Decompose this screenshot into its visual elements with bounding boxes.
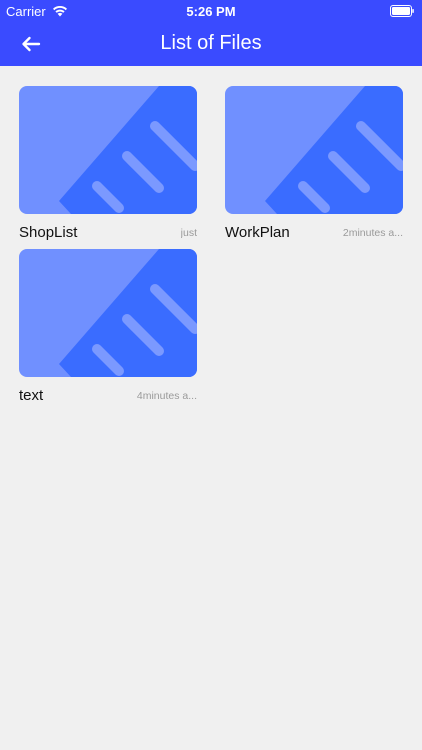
- file-thumbnail-icon: [19, 249, 197, 377]
- file-time: just: [180, 227, 197, 239]
- file-name: WorkPlan: [225, 224, 290, 241]
- status-time: 5:26 PM: [186, 4, 236, 19]
- back-button[interactable]: [14, 30, 48, 58]
- file-time: 2minutes a...: [342, 227, 403, 239]
- file-card[interactable]: text 4minutes a...: [19, 249, 197, 404]
- battery-icon: [390, 5, 414, 17]
- file-thumbnail-icon: [19, 86, 197, 214]
- file-name: text: [19, 387, 44, 404]
- back-arrow-icon: [22, 36, 41, 52]
- header: Carrier 5:26 PM List of Files: [0, 0, 422, 66]
- status-bar: Carrier 5:26 PM: [0, 0, 422, 22]
- file-card[interactable]: ShopList just: [19, 86, 197, 241]
- file-time: 4minutes a...: [136, 390, 197, 402]
- file-thumbnail-icon: [225, 86, 403, 214]
- page-title: List of Files: [160, 32, 262, 54]
- file-name: ShopList: [19, 224, 78, 241]
- file-card[interactable]: WorkPlan 2minutes a...: [225, 86, 403, 241]
- navbar: List of Files: [0, 22, 422, 66]
